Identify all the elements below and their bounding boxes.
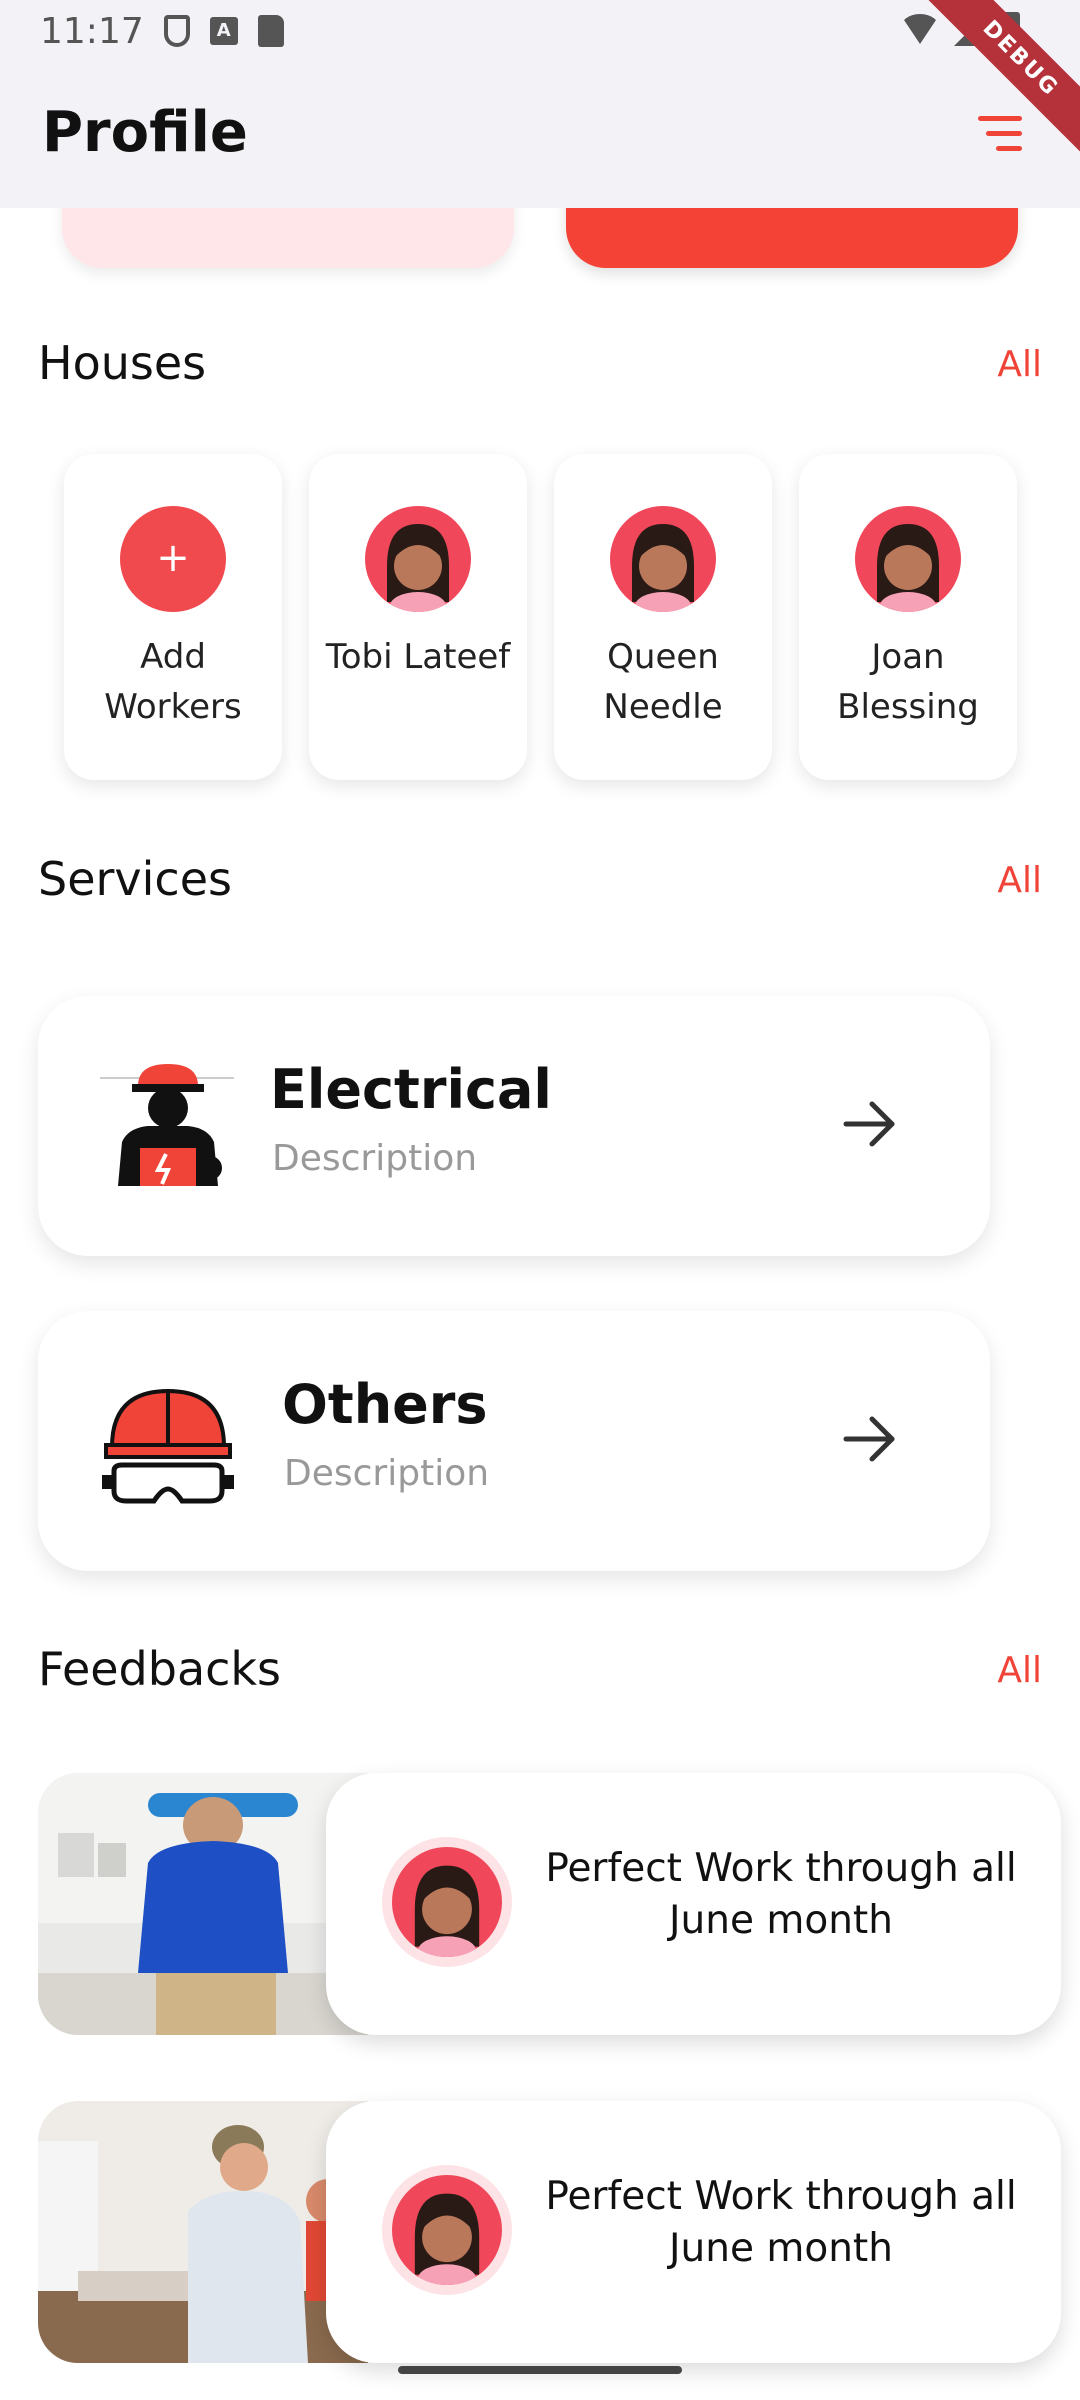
worker-label: Queen Needle bbox=[603, 637, 723, 727]
avatar bbox=[610, 506, 716, 612]
feedback-text: Perfect Work through all June month bbox=[545, 1846, 1017, 1943]
avatar bbox=[382, 2165, 512, 2295]
add-workers-card[interactable]: + Add Workers bbox=[64, 454, 282, 780]
feedback-card[interactable]: Perfect Work through all June month bbox=[38, 2101, 1061, 2363]
a-badge-icon: A bbox=[209, 17, 238, 45]
feedback-bubble: Perfect Work through all June month bbox=[326, 2101, 1061, 2363]
plus-icon[interactable]: + bbox=[120, 506, 226, 612]
arrow-right-icon[interactable] bbox=[842, 1411, 898, 1467]
feedback-bubble: Perfect Work through all June month bbox=[326, 1773, 1061, 2035]
shield-icon bbox=[163, 15, 190, 47]
helmet-goggles-icon bbox=[102, 1388, 234, 1504]
worker-label: Add Workers bbox=[104, 637, 242, 727]
feedback-card[interactable]: Perfect Work through all June month bbox=[38, 1773, 1061, 2035]
service-description: Description bbox=[272, 1138, 478, 1179]
avatar bbox=[365, 506, 471, 612]
sd-card-icon bbox=[257, 15, 284, 47]
wifi-icon bbox=[900, 14, 940, 44]
services-all-link[interactable]: All bbox=[997, 860, 1042, 901]
service-description: Description bbox=[284, 1453, 490, 1494]
feedback-photo bbox=[38, 2101, 368, 2363]
page-title: Profile bbox=[42, 100, 248, 165]
app-bar: 11:17 A Profile bbox=[0, 0, 1080, 208]
service-title: Electrical bbox=[270, 1058, 552, 1121]
home-indicator[interactable] bbox=[398, 2366, 682, 2374]
worker-label: Joan Blessing bbox=[837, 637, 979, 727]
avatar bbox=[855, 506, 961, 612]
worker-card[interactable]: Queen Needle bbox=[554, 454, 772, 780]
worker-card[interactable]: Tobi Lateef bbox=[309, 454, 527, 780]
feedbacks-title: Feedbacks bbox=[38, 1642, 282, 1696]
services-title: Services bbox=[38, 852, 232, 906]
feedback-photo bbox=[38, 1773, 368, 2035]
avatar bbox=[382, 1837, 512, 1967]
houses-all-link[interactable]: All bbox=[997, 344, 1042, 385]
feedbacks-all-link[interactable]: All bbox=[997, 1650, 1042, 1691]
feedback-text: Perfect Work through all June month bbox=[545, 2174, 1017, 2271]
worker-label: Tobi Lateef bbox=[325, 637, 511, 677]
service-card-electrical[interactable]: Electrical Description bbox=[38, 996, 990, 1256]
worker-card[interactable]: Joan Blessing bbox=[799, 454, 1017, 780]
service-title: Others bbox=[282, 1373, 488, 1436]
status-time: 11:17 bbox=[40, 10, 144, 52]
service-card-others[interactable]: Others Description bbox=[38, 1311, 990, 1571]
houses-title: Houses bbox=[38, 336, 207, 390]
menu-icon[interactable] bbox=[976, 114, 1022, 154]
electrician-icon bbox=[100, 1064, 234, 1186]
arrow-right-icon[interactable] bbox=[842, 1096, 898, 1152]
